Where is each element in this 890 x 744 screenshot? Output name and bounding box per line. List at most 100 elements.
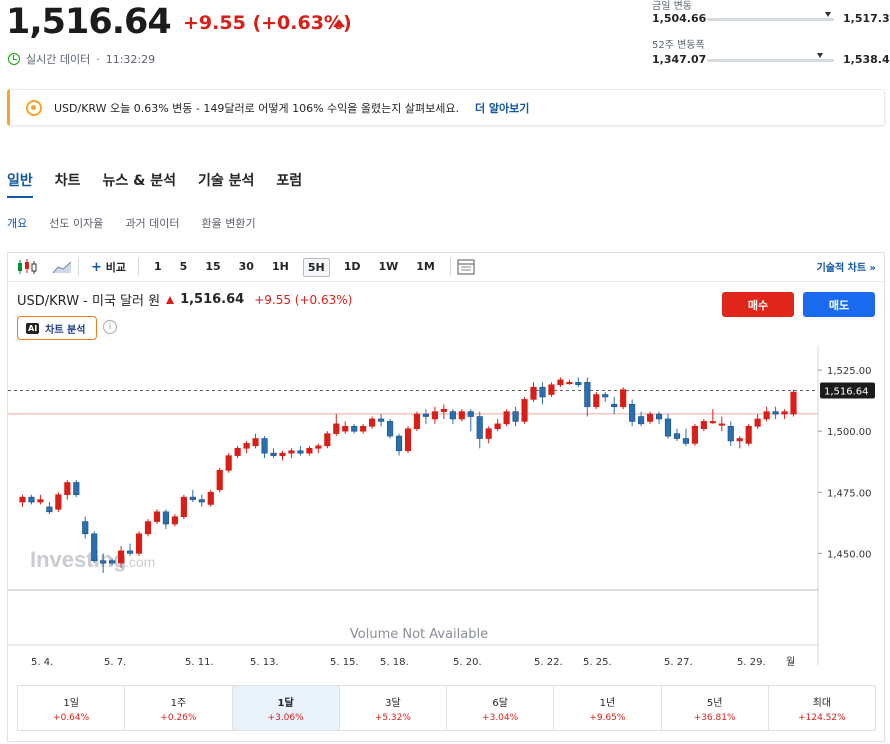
candle-body (602, 394, 609, 398)
tab-chart[interactable]: 차트 (55, 170, 81, 190)
candle-body (82, 521, 89, 535)
candlestick-icon[interactable] (16, 258, 38, 276)
candle-body (333, 423, 340, 434)
current-price: 1,516.64 (6, 2, 172, 42)
table-icon[interactable] (457, 259, 475, 275)
interval-button-30[interactable]: 30 (235, 258, 258, 277)
candle-body (575, 382, 582, 386)
candle-body (620, 389, 627, 408)
candle-body (64, 482, 71, 496)
toolbar-divider (8, 281, 884, 282)
x-tick-label: 5. 29. (737, 657, 766, 668)
x-tick-label: 5. 11. (185, 657, 214, 668)
performance-period-value: +36.81% (693, 712, 736, 723)
performance-period-value: +3.04% (482, 712, 519, 723)
candle-body (153, 511, 161, 522)
chart-toolbar: + 비교 1 5 15 30 1H 5H 1D 1W 1M 기술적 차트 » (8, 253, 884, 281)
candle-body (611, 404, 618, 408)
candle-body (422, 413, 430, 417)
subtab-historical-data[interactable]: 과거 데이터 (125, 215, 179, 231)
pair-price: 1,516.64 (180, 292, 245, 307)
pair-change: +9.55 (+0.63%) (254, 292, 353, 307)
performance-period-value: +5.32% (374, 712, 411, 723)
candle-body (180, 496, 187, 518)
promo-banner[interactable]: USD/KRW 오늘 0.63% 변동 - 149달러로 어떻게 106% 수익… (7, 89, 885, 126)
performance-strip: 1일 +0.64% 1주 +0.26% 1달 +3.06% 3달 +5.32% 6달 +3.04%… (17, 685, 876, 731)
interval-button-5h[interactable]: 5H (302, 257, 330, 277)
candle-body (467, 411, 474, 417)
week52-range-low: 1,347.07 (652, 53, 707, 66)
candle-body (629, 404, 636, 422)
subtab-forward-rates[interactable]: 선도 이자율 (49, 215, 103, 231)
sub-tabs: 개요 선도 이자율 과거 데이터 환율 변환기 (7, 215, 256, 231)
candle-body (745, 425, 752, 444)
buy-button[interactable]: 매수 (722, 292, 794, 317)
interval-button-1d[interactable]: 1D (340, 258, 365, 277)
candle-body (216, 469, 223, 491)
promo-learn-more-link[interactable]: 더 알아보기 (475, 100, 529, 116)
subtab-overview[interactable]: 개요 (7, 215, 27, 231)
performance-period[interactable]: 3달 +5.32% (340, 686, 447, 730)
day-range-high: 1,517.35 (843, 12, 890, 25)
candle-body (46, 506, 53, 513)
pair-header: USD/KRW - 미국 달러 원 1,516.64 +9.55 (+0.63%… (17, 290, 352, 309)
x-tick-label: 5. 4. (31, 657, 53, 668)
performance-period[interactable]: 1주 +0.26% (125, 686, 233, 730)
candle-body (584, 382, 591, 408)
change-value: +9.55 (183, 12, 246, 34)
candle-body (162, 511, 170, 525)
candle-body (790, 391, 797, 415)
y-tick-label: 1,500.00 (827, 427, 872, 438)
subtab-currency-converter[interactable]: 환율 변환기 (201, 215, 255, 231)
y-tick-label: 1,450.00 (827, 549, 872, 560)
performance-period-label: 1달 (277, 697, 294, 709)
candle-body (171, 516, 178, 525)
performance-period[interactable]: 5년 +36.81% (662, 686, 769, 730)
x-tick-label: 5. 27. (664, 657, 693, 668)
ai-chart-analysis-button[interactable]: AI 차트 분석 (17, 316, 97, 340)
performance-period-label: 1년 (599, 697, 616, 709)
candle-body (566, 382, 573, 385)
performance-period-value: +0.64% (53, 712, 90, 723)
sell-button[interactable]: 매도 (803, 292, 875, 317)
price-chart[interactable]: Investing.com1,525.001,500.001,475.001,4… (8, 345, 884, 675)
performance-period[interactable]: 6달 +3.04% (447, 686, 555, 730)
technical-chart-link[interactable]: 기술적 차트 » (817, 259, 876, 274)
quote-time: 11:32:29 (105, 52, 156, 66)
week52-range-label: 52주 변동폭 (652, 40, 705, 51)
candle-body (593, 394, 600, 408)
interval-button-1[interactable]: 1 (150, 258, 166, 277)
realtime-row: 실시간 데이터 · 11:32:29 (8, 51, 155, 67)
tab-news-analysis[interactable]: 뉴스 & 분석 (103, 170, 176, 190)
interval-button-1h[interactable]: 1H (268, 258, 293, 277)
performance-period-label: 1주 (170, 697, 187, 709)
compare-button[interactable]: + 비교 (87, 257, 130, 277)
performance-period[interactable]: 1일 +0.64% (18, 686, 126, 730)
interval-button-1w[interactable]: 1W (374, 258, 402, 277)
performance-period[interactable]: 1달 +3.06% (232, 686, 340, 730)
interval-button-15[interactable]: 15 (201, 258, 224, 277)
tab-technical-analysis[interactable]: 기술 분석 (198, 170, 254, 190)
active-tab-underline (7, 196, 33, 198)
performance-period-value: +9.65% (589, 712, 626, 723)
candle-body (539, 386, 546, 398)
candle-body (243, 443, 250, 449)
area-chart-icon[interactable] (52, 259, 72, 275)
candle-body (37, 499, 44, 503)
interval-button-1m[interactable]: 1M (412, 258, 439, 277)
candle-body (360, 425, 367, 432)
tab-general[interactable]: 일반 (7, 170, 33, 190)
candle-body (700, 421, 707, 430)
performance-period[interactable]: 최대 +124.52% (769, 686, 875, 730)
tab-forum[interactable]: 포럼 (276, 170, 302, 190)
performance-period[interactable]: 1년 +9.65% (554, 686, 662, 730)
interval-button-5[interactable]: 5 (176, 258, 192, 277)
week52-range-high: 1,538.45 (843, 53, 890, 66)
price-change: +9.55 (+0.63%) (183, 12, 352, 34)
candle-body (28, 496, 35, 503)
info-icon[interactable]: i (103, 320, 117, 334)
compare-label: 비교 (105, 261, 126, 274)
x-tick-label: 5. 22. (534, 657, 563, 668)
performance-period-label: 3달 (385, 697, 401, 709)
y-tick-label: 1,525.00 (827, 366, 872, 377)
